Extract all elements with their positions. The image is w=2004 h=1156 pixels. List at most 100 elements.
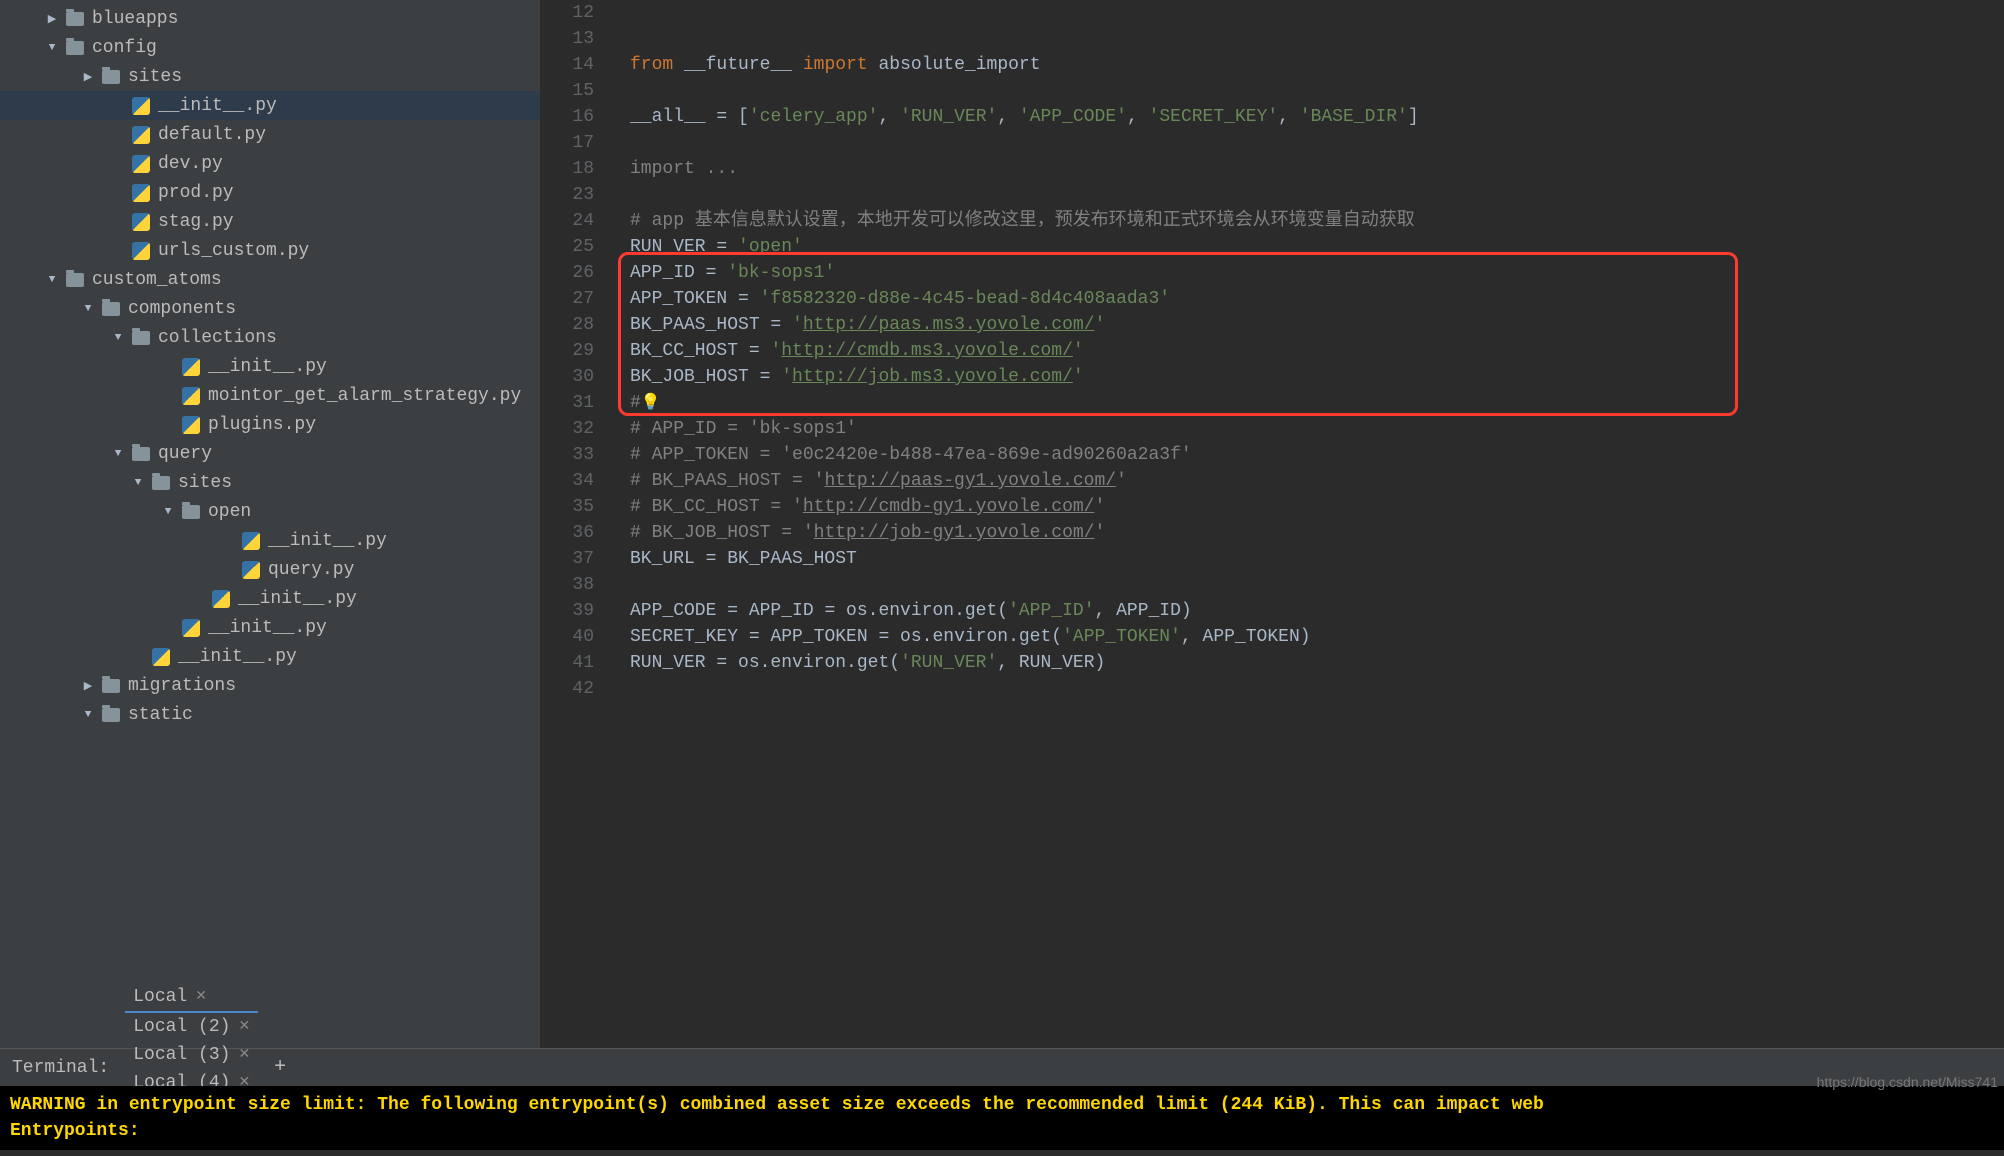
chevron-expanded-icon[interactable]: [108, 328, 128, 348]
arrow-spacer: [158, 357, 178, 377]
tree-item-default-py[interactable]: default.py: [0, 120, 540, 149]
chevron-expanded-icon[interactable]: [128, 473, 148, 493]
code-line[interactable]: SECRET_KEY = APP_TOKEN = os.environ.get(…: [612, 624, 2004, 650]
tree-item-components[interactable]: components: [0, 294, 540, 323]
close-icon[interactable]: ✕: [238, 1018, 250, 1035]
code-line[interactable]: # BK_CC_HOST = 'http://cmdb-gy1.yovole.c…: [612, 494, 2004, 520]
tab-label: Local (3): [133, 1045, 230, 1065]
code-line[interactable]: [612, 26, 2004, 52]
terminal-tabs[interactable]: Terminal: Local✕Local (2)✕Local (3)✕Loca…: [0, 1048, 2004, 1086]
code-line[interactable]: #💡: [612, 390, 2004, 416]
chevron-collapsed-icon[interactable]: [78, 67, 98, 87]
terminal-tab[interactable]: Local✕: [125, 983, 258, 1013]
folder-icon: [100, 298, 122, 320]
tree-item-open[interactable]: open: [0, 497, 540, 526]
code-line[interactable]: # APP_ID = 'bk-sops1': [612, 416, 2004, 442]
tree-label: sites: [128, 67, 182, 87]
code-line[interactable]: BK_JOB_HOST = 'http://job.ms3.yovole.com…: [612, 364, 2004, 390]
code-line[interactable]: [612, 0, 2004, 26]
tree-item-plugins-py[interactable]: plugins.py: [0, 410, 540, 439]
tree-item-urls_custom-py[interactable]: urls_custom.py: [0, 236, 540, 265]
chevron-expanded-icon[interactable]: [108, 444, 128, 464]
tree-label: mointor_get_alarm_strategy.py: [208, 386, 521, 406]
code-line[interactable]: APP_TOKEN = 'f8582320-d88e-4c45-bead-8d4…: [612, 286, 2004, 312]
code-line[interactable]: __all__ = ['celery_app', 'RUN_VER', 'APP…: [612, 104, 2004, 130]
arrow-spacer: [108, 154, 128, 174]
code-area[interactable]: from __future__ import absolute_import __…: [612, 0, 2004, 1048]
tree-item-migrations[interactable]: migrations: [0, 671, 540, 700]
tree-item-config[interactable]: config: [0, 33, 540, 62]
code-line[interactable]: [612, 182, 2004, 208]
tree-item-stag-py[interactable]: stag.py: [0, 207, 540, 236]
code-line[interactable]: import ...: [612, 156, 2004, 182]
tree-item-collections[interactable]: collections: [0, 323, 540, 352]
chevron-expanded-icon[interactable]: [42, 38, 62, 58]
arrow-spacer: [108, 125, 128, 145]
code-line[interactable]: APP_ID = 'bk-sops1': [612, 260, 2004, 286]
code-line[interactable]: BK_PAAS_HOST = 'http://paas.ms3.yovole.c…: [612, 312, 2004, 338]
tree-label: sites: [178, 473, 232, 493]
code-line[interactable]: # app 基本信息默认设置，本地开发可以修改这里，预发布环境和正式环境会从环境…: [612, 208, 2004, 234]
add-terminal-button[interactable]: +: [266, 1056, 294, 1079]
close-icon[interactable]: ✕: [238, 1046, 250, 1063]
code-line[interactable]: # APP_TOKEN = 'e0c2420e-b488-47ea-869e-a…: [612, 442, 2004, 468]
line-number: 42: [540, 676, 594, 702]
project-tree[interactable]: blueappsconfig sites __init__.py default.py…: [0, 0, 540, 1048]
chevron-expanded-icon[interactable]: [158, 502, 178, 522]
tree-item-query-py[interactable]: query.py: [0, 555, 540, 584]
line-number: 38: [540, 572, 594, 598]
tree-item-query[interactable]: query: [0, 439, 540, 468]
line-number: 34: [540, 468, 594, 494]
code-line[interactable]: from __future__ import absolute_import: [612, 52, 2004, 78]
tree-item-__init__-py[interactable]: __init__.py: [0, 91, 540, 120]
code-line[interactable]: [612, 676, 2004, 702]
terminal-tab[interactable]: Local (3) ✕: [125, 1041, 258, 1069]
tree-item-sites[interactable]: sites: [0, 62, 540, 91]
python-file-icon: [240, 530, 262, 552]
chevron-expanded-icon[interactable]: [42, 270, 62, 290]
chevron-expanded-icon[interactable]: [78, 299, 98, 319]
folder-icon: [180, 501, 202, 523]
python-file-icon: [130, 211, 152, 233]
close-icon[interactable]: ✕: [195, 988, 207, 1005]
terminal-line: Entrypoints:: [10, 1118, 1994, 1144]
code-line[interactable]: RUN_VER = os.environ.get('RUN_VER', RUN_…: [612, 650, 2004, 676]
tree-item-dev-py[interactable]: dev.py: [0, 149, 540, 178]
code-editor[interactable]: 1213141516171823242526272829303132333435…: [540, 0, 2004, 1048]
tree-item-prod-py[interactable]: prod.py: [0, 178, 540, 207]
line-number: 24: [540, 208, 594, 234]
code-line[interactable]: BK_CC_HOST = 'http://cmdb.ms3.yovole.com…: [612, 338, 2004, 364]
tree-item-mointor_get_alarm_strategy-py[interactable]: mointor_get_alarm_strategy.py: [0, 381, 540, 410]
python-file-icon: [240, 559, 262, 581]
tree-item-__init__-py[interactable]: __init__.py: [0, 526, 540, 555]
chevron-collapsed-icon[interactable]: [78, 676, 98, 696]
code-line[interactable]: [612, 78, 2004, 104]
tree-item-__init__-py[interactable]: __init__.py: [0, 642, 540, 671]
tree-label: default.py: [158, 125, 266, 145]
chevron-collapsed-icon[interactable]: [42, 9, 62, 29]
tree-item-__init__-py[interactable]: __init__.py: [0, 613, 540, 642]
terminal-output[interactable]: WARNING in entrypoint size limit: The fo…: [0, 1086, 2004, 1150]
tree-item-static[interactable]: static: [0, 700, 540, 729]
code-line[interactable]: APP_CODE = APP_ID = os.environ.get('APP_…: [612, 598, 2004, 624]
tree-item-blueapps[interactable]: blueapps: [0, 4, 540, 33]
code-line[interactable]: # BK_JOB_HOST = 'http://job-gy1.yovole.c…: [612, 520, 2004, 546]
python-file-icon: [130, 182, 152, 204]
tree-item-__init__-py[interactable]: __init__.py: [0, 584, 540, 613]
code-line[interactable]: BK_URL = BK_PAAS_HOST: [612, 546, 2004, 572]
chevron-expanded-icon[interactable]: [78, 705, 98, 725]
code-line[interactable]: RUN_VER = 'open': [612, 234, 2004, 260]
terminal-tab[interactable]: Local (2)✕: [125, 1013, 258, 1041]
line-number: 36: [540, 520, 594, 546]
tree-item-__init__-py[interactable]: __init__.py: [0, 352, 540, 381]
line-number: 29: [540, 338, 594, 364]
python-file-icon: [180, 385, 202, 407]
python-file-icon: [210, 588, 232, 610]
code-line[interactable]: [612, 572, 2004, 598]
tree-item-sites[interactable]: sites: [0, 468, 540, 497]
tree-label: migrations: [128, 676, 236, 696]
tree-label: stag.py: [158, 212, 234, 232]
code-line[interactable]: [612, 130, 2004, 156]
code-line[interactable]: # BK_PAAS_HOST = 'http://paas-gy1.yovole…: [612, 468, 2004, 494]
tree-item-custom_atoms[interactable]: custom_atoms: [0, 265, 540, 294]
